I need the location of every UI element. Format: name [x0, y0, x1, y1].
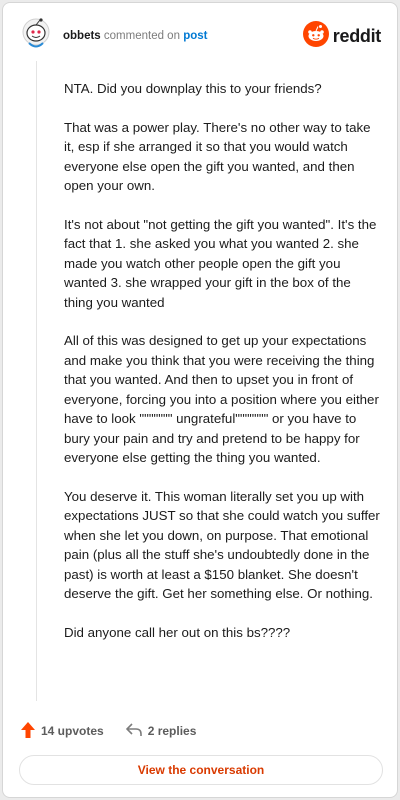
thread-line[interactable]	[36, 61, 37, 701]
comment-footer: 14 upvotes 2 replies	[21, 719, 381, 743]
replies-button[interactable]: 2 replies	[125, 722, 197, 740]
comment-paragraph: Did anyone call her out on this bs????	[64, 624, 291, 640]
username[interactable]: obbets	[63, 30, 101, 42]
comment-header: obbets commented on post reddit	[3, 3, 397, 63]
reply-arrow-icon	[125, 722, 148, 740]
comment-paragraph: All of this was designed to get up your …	[64, 333, 379, 465]
reddit-logo-icon	[302, 20, 329, 52]
snoo-avatar-icon[interactable]	[21, 17, 51, 51]
reply-count: 2 replies	[147, 724, 197, 738]
comment-paragraph: You deserve it. This woman literally set…	[64, 488, 380, 602]
upvote-button[interactable]: 14 upvotes	[21, 721, 104, 741]
comment-byline: obbets commented on post	[63, 29, 207, 43]
view-conversation-button[interactable]: View the conversation	[19, 755, 383, 785]
reddit-logo[interactable]: reddit	[302, 20, 382, 52]
comment-body: NTA. Did you downplay this to your frien…	[64, 79, 382, 661]
comment-paragraph: That was a power play. There's no other …	[64, 119, 371, 194]
comment-card: obbets commented on post reddit NTA. Did…	[2, 2, 398, 798]
action-text: commented on	[103, 30, 180, 42]
logo-text: reddit	[332, 25, 382, 46]
comment-paragraph: NTA. Did you downplay this to your frien…	[64, 81, 322, 96]
upvote-count: 14 upvotes	[41, 724, 104, 738]
comment-paragraph: It's not about "not getting the gift you…	[64, 216, 377, 310]
post-link[interactable]: post	[183, 30, 207, 42]
upvote-arrow-icon	[21, 721, 41, 741]
